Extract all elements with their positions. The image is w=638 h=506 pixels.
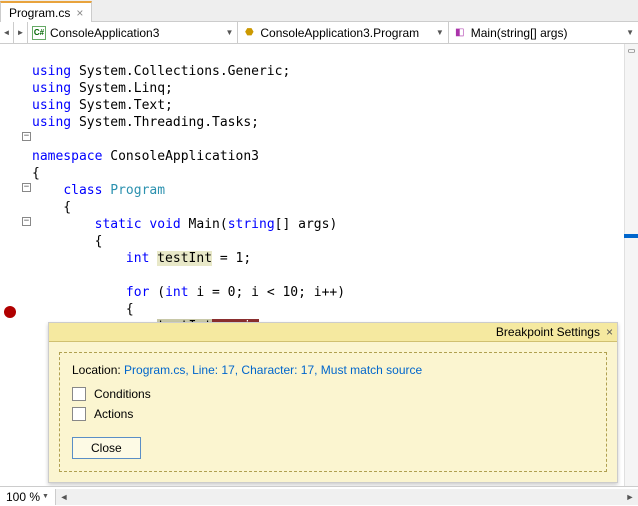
status-bar: 100 % ▼ ◄ ►	[0, 486, 638, 506]
split-toggle-icon[interactable]: ▭	[627, 46, 637, 56]
keyword: int	[126, 251, 149, 266]
breakpoint-settings-panel: Breakpoint Settings × Location: Program.…	[48, 322, 618, 483]
keyword: int	[165, 285, 188, 300]
nav-back-button[interactable]: ◄	[0, 22, 14, 43]
keyword: using	[32, 98, 71, 113]
scroll-left-icon[interactable]: ◄	[56, 492, 72, 502]
breakpoint-icon[interactable]	[4, 306, 16, 318]
member-label: Main(string[] args)	[471, 26, 568, 40]
panel-body: Location: Program.cs, Line: 17, Characte…	[59, 352, 607, 472]
close-icon[interactable]: ×	[74, 6, 85, 20]
keyword: namespace	[32, 149, 102, 164]
outline-toggle[interactable]: −	[22, 132, 31, 141]
chevron-down-icon: ▼	[626, 28, 634, 37]
type-name: Program	[110, 183, 165, 198]
chevron-down-icon: ▼	[42, 493, 49, 500]
class-dropdown[interactable]: ⬣ ConsoleApplication3.Program ▼	[238, 22, 448, 43]
panel-title: Breakpoint Settings	[496, 325, 600, 339]
panel-header: Breakpoint Settings ×	[49, 323, 617, 342]
keyword: using	[32, 81, 71, 96]
keyword: void	[149, 217, 180, 232]
scope-dropdown[interactable]: C# ConsoleApplication3 ▼	[28, 22, 238, 43]
location-label: Location:	[72, 363, 124, 377]
keyword: string	[228, 217, 275, 232]
file-tab-label: Program.cs	[9, 6, 70, 20]
outline-toggle[interactable]: −	[22, 183, 31, 192]
actions-checkbox[interactable]	[72, 407, 86, 421]
keyword: static	[95, 217, 142, 232]
scroll-mark	[624, 234, 638, 238]
keyword: using	[32, 115, 71, 130]
scope-label: ConsoleApplication3	[50, 26, 159, 40]
keyword: for	[126, 285, 149, 300]
tab-bar: Program.cs ×	[0, 0, 638, 22]
nav-fwd-button[interactable]: ►	[14, 22, 28, 43]
gutter[interactable]: − − −	[0, 44, 32, 486]
keyword: class	[63, 183, 102, 198]
member-dropdown[interactable]: ◧ Main(string[] args) ▼	[449, 22, 638, 43]
csharp-icon: C#	[32, 26, 46, 40]
chevron-down-icon: ▼	[225, 28, 233, 37]
close-icon[interactable]: ×	[606, 325, 613, 339]
conditions-label: Conditions	[94, 387, 151, 401]
zoom-label: 100 %	[6, 490, 40, 504]
conditions-checkbox[interactable]	[72, 387, 86, 401]
nav-bar: ◄ ► C# ConsoleApplication3 ▼ ⬣ ConsoleAp…	[0, 22, 638, 44]
location-row: Location: Program.cs, Line: 17, Characte…	[72, 363, 594, 377]
zoom-dropdown[interactable]: 100 % ▼	[0, 490, 55, 504]
class-label: ConsoleApplication3.Program	[260, 26, 419, 40]
actions-row: Actions	[72, 407, 594, 421]
highlighted-var: testInt	[157, 251, 212, 266]
actions-label: Actions	[94, 407, 133, 421]
chevron-down-icon: ▼	[436, 28, 444, 37]
horizontal-scrollbar[interactable]: ◄ ►	[55, 489, 638, 505]
method-icon: ◧	[453, 26, 467, 40]
scroll-thumb[interactable]	[72, 489, 622, 505]
keyword: using	[32, 64, 71, 79]
file-tab[interactable]: Program.cs ×	[0, 1, 92, 22]
close-button[interactable]: Close	[72, 437, 141, 459]
location-link[interactable]: Program.cs, Line: 17, Character: 17, Mus…	[124, 363, 422, 377]
scroll-right-icon[interactable]: ►	[622, 492, 638, 502]
outline-toggle[interactable]: −	[22, 217, 31, 226]
conditions-row: Conditions	[72, 387, 594, 401]
class-icon: ⬣	[242, 26, 256, 40]
scroll-map[interactable]: ▭	[624, 44, 638, 486]
